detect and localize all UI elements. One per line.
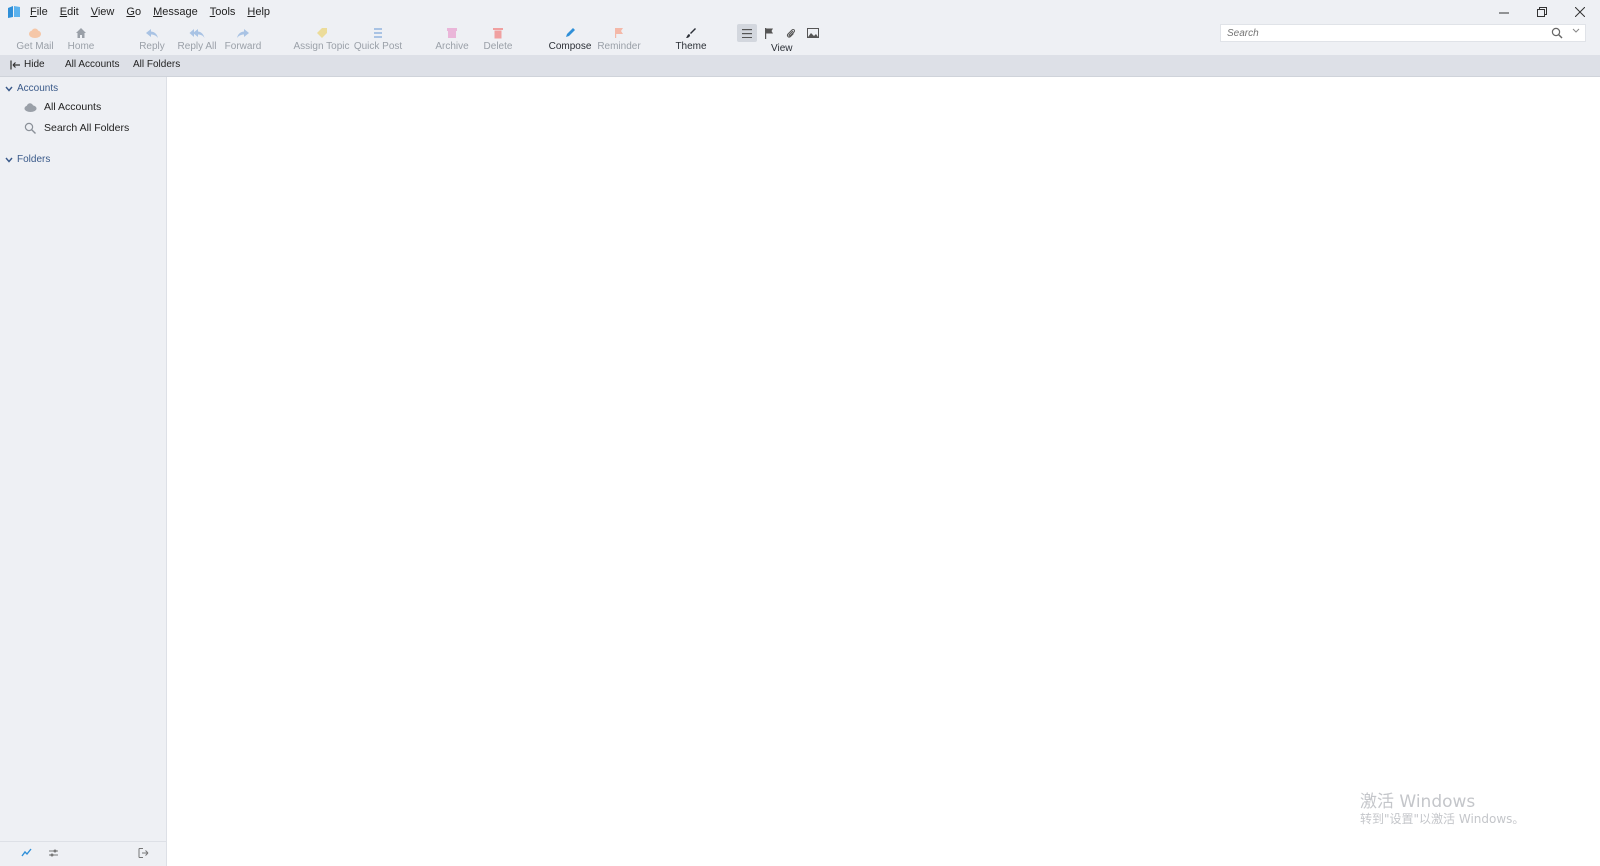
archive-label: Archive [435,41,469,52]
menu-tools[interactable]: Tools [210,4,236,20]
folder-pane: Accounts All Accounts Search All Folders… [0,77,167,866]
list-icon [742,28,752,38]
flag-view-toggle[interactable] [759,24,779,42]
flag-icon [765,27,773,39]
attachment-view-toggle[interactable] [781,24,801,42]
compose-button[interactable]: Compose [549,26,591,54]
reply-all-label: Reply All [177,41,217,52]
archive-button[interactable]: Archive [434,26,470,54]
menu-file[interactable]: File [30,4,48,20]
get-mail-button[interactable]: Get Mail [16,26,54,54]
search-box[interactable] [1220,24,1586,42]
activation-watermark-title: 激活 Windows [1360,792,1476,812]
activity-icon[interactable] [21,848,33,858]
collapse-pane-icon[interactable] [138,848,149,858]
chevron-down-icon [5,86,13,92]
view-label: View [771,43,793,54]
sidebar-item-label: All Accounts [44,101,102,113]
delete-label: Delete [483,41,513,52]
activation-watermark-subtitle: 转到"设置"以激活 Windows。 [1360,812,1525,826]
sidebar-item-label: Search All Folders [44,122,130,134]
archive-icon [447,28,457,38]
home-icon [76,28,86,38]
assign-topic-button[interactable]: Assign Topic [294,26,349,54]
delete-button[interactable]: Delete [482,26,514,54]
flag-icon [615,28,623,38]
cloud-icon [24,103,37,112]
reminder-label: Reminder [597,41,641,52]
all-folders-filter-label: All Folders [133,59,181,70]
folders-section-header[interactable]: Folders [5,154,50,165]
sidebar-item-all-accounts[interactable]: All Accounts [24,101,101,113]
quick-post-label: Quick Post [353,41,403,52]
forward-icon [237,29,249,38]
reply-all-icon [189,29,205,38]
menu-go[interactable]: Go [126,4,141,20]
reminder-button[interactable]: Reminder [597,26,641,54]
reply-button[interactable]: Reply [138,26,166,54]
forward-label: Forward [224,41,262,52]
image-icon [807,28,819,38]
home-button[interactable]: Home [66,26,96,54]
folder-pane-footer [0,841,166,866]
trash-icon [493,28,503,39]
restore-button[interactable] [1524,2,1560,22]
accounts-header-label: Accounts [17,83,59,94]
all-accounts-filter[interactable]: All Accounts [65,59,119,71]
sidebar-item-search-all-folders[interactable]: Search All Folders [24,122,129,134]
minimize-icon [1499,12,1509,14]
close-icon [1575,7,1585,17]
app-logo-icon [8,6,20,18]
paintbrush-icon [686,28,696,38]
quick-post-icon [374,28,382,38]
menu-edit[interactable]: Edit [60,4,79,20]
title-toolbar-area: File Edit View Go Message Tools Help Get… [0,0,1600,55]
list-view-toggle[interactable] [737,24,757,42]
pencil-icon [566,28,575,37]
tag-icon [316,28,327,38]
menu-message[interactable]: Message [153,4,198,20]
search-icon[interactable] [1551,27,1563,39]
all-accounts-filter-label: All Accounts [65,59,120,70]
view-toggle-group [737,24,823,42]
quick-post-button[interactable]: Quick Post [354,26,402,54]
cloud-download-icon [29,28,41,38]
menu-bar: File Edit View Go Message Tools Help [30,4,282,20]
reply-all-button[interactable]: Reply All [178,26,216,54]
menu-view[interactable]: View [91,4,115,20]
accounts-section-header[interactable]: Accounts [5,83,58,94]
search-input[interactable] [1227,26,1527,40]
minimize-button[interactable] [1486,2,1522,22]
close-button[interactable] [1562,2,1598,22]
forward-button[interactable]: Forward [224,26,262,54]
chevron-down-icon [5,157,13,163]
home-label: Home [67,41,95,52]
search-icon [24,122,36,134]
image-view-toggle[interactable] [803,24,823,42]
assign-topic-label: Assign Topic [293,41,350,52]
reply-label: Reply [139,41,165,52]
menu-help[interactable]: Help [247,4,270,20]
all-folders-filter[interactable]: All Folders [133,59,180,71]
theme-button[interactable]: Theme [674,26,708,54]
folders-header-label: Folders [17,154,51,165]
hide-button[interactable]: Hide [10,59,45,71]
hide-label: Hide [24,59,45,70]
folder-pane-header: Hide All Accounts All Folders [0,55,1600,77]
restore-icon [1537,7,1547,17]
chevron-down-icon[interactable] [1572,28,1580,34]
get-mail-label: Get Mail [16,41,54,52]
reply-icon [146,29,158,38]
settings-sliders-icon[interactable] [48,848,59,858]
theme-label: Theme [675,41,707,52]
collapse-pane-icon [10,60,20,70]
compose-label: Compose [548,41,592,52]
paperclip-icon [786,28,796,38]
